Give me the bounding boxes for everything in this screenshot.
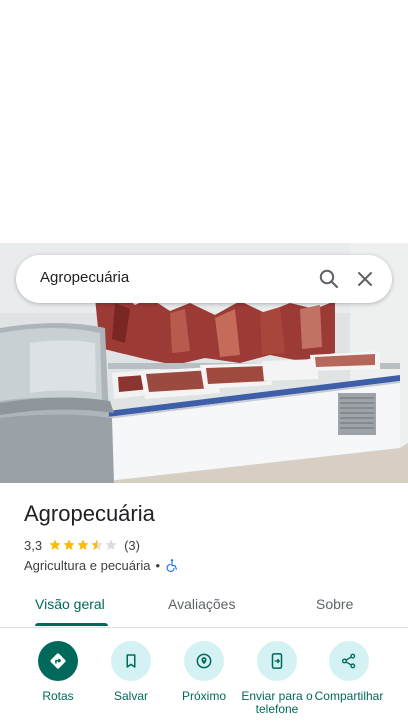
star-rating bbox=[48, 538, 118, 552]
action-buttons: Rotas Salvar Próximo Enviar para o telef… bbox=[0, 641, 408, 726]
category-row: Agricultura e pecuária • bbox=[24, 556, 179, 574]
star-icon bbox=[77, 539, 89, 550]
close-icon[interactable] bbox=[353, 267, 377, 291]
search-icon[interactable] bbox=[317, 267, 341, 291]
review-count[interactable]: (3) bbox=[124, 538, 140, 553]
search-bar[interactable]: Agropecuária bbox=[16, 255, 392, 303]
nearby-label: Próximo bbox=[181, 689, 226, 703]
directions-label: Rotas bbox=[42, 689, 74, 703]
save-button[interactable]: Salvar bbox=[94, 641, 168, 703]
star-icon bbox=[105, 539, 117, 550]
wheelchair-accessible-icon bbox=[165, 558, 179, 572]
share-label: Compartilhar bbox=[314, 689, 384, 703]
rating-value: 3,3 bbox=[24, 537, 43, 553]
place-name: Agropecuária bbox=[24, 501, 155, 526]
directions-button[interactable]: Rotas bbox=[21, 641, 95, 703]
send-to-phone-button[interactable]: Enviar para o telefone bbox=[240, 641, 314, 716]
place-tabs: Visão geral Avaliações Sobre bbox=[0, 587, 408, 628]
share-icon[interactable] bbox=[329, 641, 369, 681]
star-icon bbox=[91, 539, 103, 550]
separator-dot: • bbox=[155, 557, 161, 573]
tab-overview[interactable]: Visão geral bbox=[35, 596, 105, 612]
save-label: Salvar bbox=[113, 689, 148, 703]
send-to-phone-icon[interactable] bbox=[257, 641, 297, 681]
star-icon bbox=[63, 539, 75, 550]
send-to-phone-label: Enviar para o telefone bbox=[241, 689, 313, 716]
nearby-icon[interactable] bbox=[184, 641, 224, 681]
tab-reviews[interactable]: Avaliações bbox=[168, 596, 235, 612]
bookmark-icon[interactable] bbox=[111, 641, 151, 681]
tab-about[interactable]: Sobre bbox=[316, 596, 353, 612]
star-icon bbox=[49, 539, 61, 550]
map-area-blank bbox=[0, 0, 408, 243]
directions-icon[interactable] bbox=[38, 641, 78, 681]
search-query-text[interactable]: Agropecuária bbox=[40, 269, 129, 286]
nearby-button[interactable]: Próximo bbox=[167, 641, 241, 703]
place-category: Agricultura e pecuária bbox=[24, 557, 151, 573]
rating-row[interactable]: 3,3 (3) bbox=[24, 536, 140, 554]
share-button[interactable]: Compartilhar bbox=[312, 641, 386, 703]
active-tab-indicator bbox=[35, 623, 108, 626]
